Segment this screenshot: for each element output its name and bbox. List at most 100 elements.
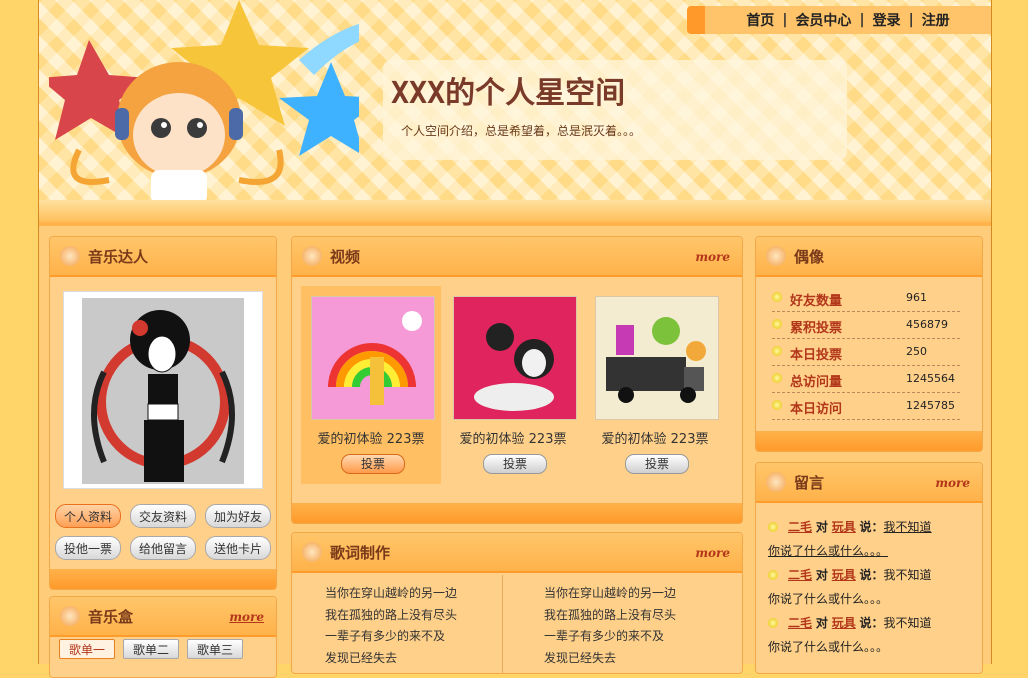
header-banner: 首页 | 会员中心 | 登录 | 注册 XXX的个人星空间 个人空间介绍，总是希… (39, 0, 991, 226)
lyrics-more-link[interactable]: more (695, 546, 730, 560)
panel-bullet-icon (302, 246, 322, 266)
leave-message-button[interactable]: 给他留言 (130, 536, 196, 560)
vote-button[interactable]: 投票 (483, 454, 547, 474)
bullet-icon (772, 346, 782, 356)
add-friend-button[interactable]: 加为好友 (205, 504, 271, 528)
music-box-panel: 音乐盒 more 歌单一 歌单二 歌单三 (49, 596, 277, 678)
said-word: 说： (859, 616, 884, 630)
vote-button[interactable]: 投票 (625, 454, 689, 474)
video-thumbnail[interactable] (453, 296, 577, 420)
panel-footer (756, 431, 982, 451)
playlist-tab-1[interactable]: 歌单一 (59, 639, 115, 659)
video-thumbnail[interactable] (595, 296, 719, 420)
bullet-icon (772, 400, 782, 410)
send-card-button[interactable]: 送他卡片 (205, 536, 271, 560)
playlist-tab-2[interactable]: 歌单二 (123, 639, 179, 659)
recipient-link[interactable]: 玩具 (832, 568, 856, 582)
panel-footer (292, 503, 742, 523)
stat-row-total-visits: 总访问量 1245564 (772, 366, 960, 393)
stat-label: 好友数量 (790, 294, 843, 309)
lyric-line: 我在孤独的路上没有尽头 (544, 607, 677, 622)
lyrics-panel: 歌词制作 more 当你在穿山越岭的另一边 我在孤独的路上没有尽头 一辈子有多少… (291, 532, 743, 674)
nav-home-link[interactable]: 首页 (738, 10, 782, 30)
page-container: 首页 | 会员中心 | 登录 | 注册 XXX的个人星空间 个人空间介绍，总是希… (38, 0, 992, 678)
message-text[interactable]: 你说了什么或什么。。。 (768, 544, 888, 558)
panel-title: 留言 (794, 474, 825, 492)
column-divider (502, 575, 503, 673)
dj-portrait-image (454, 297, 576, 419)
recipient-link[interactable]: 玩具 (832, 616, 856, 630)
guestbook-entry: 二毛 对 玩具 说：我不知道 你说了什么或什么。。。 (768, 611, 968, 659)
panel-title: 音乐盒 (88, 608, 134, 626)
bullet-icon (772, 319, 782, 329)
vote-for-him-button[interactable]: 投他一票 (55, 536, 121, 560)
stat-row-friends: 好友数量 961 (772, 285, 960, 312)
bullet-icon (768, 522, 778, 532)
lyric-line: 一辈子有多少的来不及 (325, 629, 446, 643)
guestbook-entry: 二毛 对 玩具 说：我不知道 你说了什么或什么。。。 (768, 515, 968, 563)
video-card[interactable]: 爱的初体验 223票 投票 (585, 286, 725, 484)
panel-title: 歌词制作 (330, 544, 391, 562)
stat-value: 1245564 (906, 372, 955, 385)
lyric-line: 我在孤独的路上没有尽头 (325, 607, 458, 622)
panel-header: 歌词制作 more (292, 533, 742, 573)
panel-header: 留言 more (756, 463, 982, 503)
nav-register-link[interactable]: 注册 (914, 10, 958, 30)
sender-link[interactable]: 二毛 (788, 520, 812, 534)
guestbook-entry: 二毛 对 玩具 说：我不知道 你说了什么或什么。。。 (768, 563, 968, 611)
mascot-illustration (49, 0, 359, 204)
stat-label: 累积投票 (790, 321, 843, 336)
stat-value: 250 (906, 345, 927, 358)
music-expert-panel: 音乐达人 个人资料 交友资料 加为好友 投他一票 给他留言 送他卡片 (49, 236, 277, 590)
lyric-line: 发现已经失去 (544, 650, 617, 665)
panel-bullet-icon (302, 542, 322, 562)
lyric-line: 一辈子有多少的来不及 (544, 629, 665, 643)
video-caption: 爱的初体验 223票 (601, 432, 709, 447)
lyrics-right-column: 当你在穿山越岭的另一边 我在孤独的路上没有尽头 一辈子有多少的来不及 发现已经失… (544, 583, 676, 669)
nav-login-link[interactable]: 登录 (865, 10, 909, 30)
video-card[interactable]: 爱的初体验 223票 投票 (443, 286, 583, 484)
panel-bullet-icon (60, 606, 80, 626)
lyric-line: 当你在穿山越岭的另一边 (544, 586, 677, 600)
site-intro: 个人空间介绍，总是希望着，总是泯灭着。。。 (401, 124, 642, 138)
guestbook-more-link[interactable]: more (935, 476, 970, 490)
lyric-line: 发现已经失去 (325, 650, 398, 665)
stat-label: 本日投票 (790, 348, 843, 363)
panel-bullet-icon (766, 246, 786, 266)
panel-bullet-icon (60, 246, 80, 266)
personal-info-button[interactable]: 个人资料 (55, 504, 121, 528)
site-title-box: XXX的个人星空间 个人空间介绍，总是希望着，总是泯灭着。。。 (383, 60, 847, 160)
idol-panel: 偶像 好友数量 961 累积投票 456879 本日投票 250 总访问量 124556… (755, 236, 983, 452)
panel-bullet-icon (766, 472, 786, 492)
video-caption: 爱的初体验 223票 (459, 432, 567, 447)
bullet-icon (772, 373, 782, 383)
video-thumbnail[interactable] (311, 296, 435, 420)
panel-header: 音乐达人 (50, 237, 276, 277)
video-card[interactable]: 爱的初体验 223票 投票 (301, 286, 441, 484)
panel-title: 偶像 (794, 248, 825, 266)
sender-link[interactable]: 二毛 (788, 568, 812, 582)
stat-label: 总访问量 (790, 375, 843, 390)
profile-photo (63, 291, 263, 489)
to-word: 对 (815, 568, 828, 582)
site-title: XXX的个人星空间 (391, 76, 626, 111)
nav-member-center-link[interactable]: 会员中心 (787, 10, 859, 30)
lyric-line: 当你在穿山越岭的另一边 (325, 586, 458, 600)
panel-header: 偶像 (756, 237, 982, 277)
dating-info-button[interactable]: 交友资料 (130, 504, 196, 528)
panel-footer (50, 569, 276, 589)
said-word: 说： (859, 568, 884, 582)
panel-header: 视频 more (292, 237, 742, 277)
playlist-tab-3[interactable]: 歌单三 (187, 639, 243, 659)
message-text[interactable]: 我不知道 (884, 520, 932, 534)
recipient-link[interactable]: 玩具 (832, 520, 856, 534)
lyrics-left-column: 当你在穿山越岭的另一边 我在孤独的路上没有尽头 一辈子有多少的来不及 发现已经失… (325, 583, 457, 669)
vote-button[interactable]: 投票 (341, 454, 405, 474)
video-more-link[interactable]: more (695, 250, 730, 264)
music-box-more-link[interactable]: more (229, 610, 264, 624)
rainbow-guitar-image (312, 297, 434, 419)
sender-link[interactable]: 二毛 (788, 616, 812, 630)
to-word: 对 (815, 616, 828, 630)
stat-row-total-votes: 累积投票 456879 (772, 312, 960, 339)
message-text: 你说了什么或什么。。。 (768, 592, 889, 606)
